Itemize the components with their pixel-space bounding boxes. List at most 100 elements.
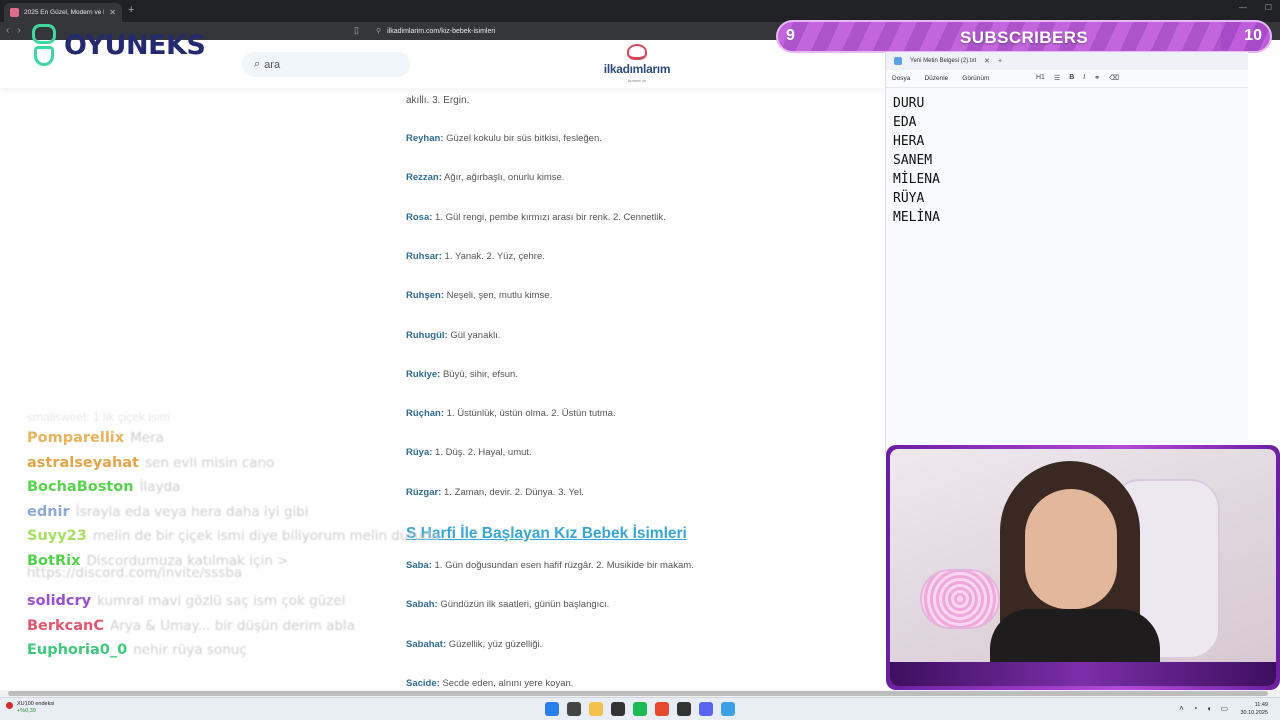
network-icon[interactable]: ◔ (1193, 704, 1198, 713)
taskbar-apps (545, 702, 735, 716)
chat-message: BerkcanC Arya & Umay... bir düşün derim a… (27, 617, 355, 634)
name-entry: Ruhugül: Gül yanaklı. (406, 330, 501, 341)
start-icon[interactable] (545, 702, 559, 716)
name-entry: Rukiye: Büyü, sihir, efsun. (406, 369, 518, 380)
subscriber-goal-bar: 9 SUBSCRIBERS 10 (776, 20, 1272, 53)
chat-faded-line: smallsweet: 1 lik çiçek isim (27, 410, 170, 424)
bookmark-icon[interactable]: ▯ (354, 25, 359, 36)
site-info-icon[interactable]: ⚲ (376, 27, 381, 35)
name-entry: Reyhan: Güzel kokulu bir süs bitkisi, fe… (406, 133, 602, 144)
text-line: MİLENA (893, 172, 940, 187)
stream-chat: smallsweet: 1 lik çiçek isim Pomparellix… (27, 410, 447, 667)
list-icon[interactable]: ☰ (1054, 74, 1060, 82)
menu-view[interactable]: Görünüm (962, 75, 989, 82)
chevron-up-icon[interactable]: ˄ (1179, 704, 1184, 713)
back-icon[interactable]: ‹ (6, 25, 9, 36)
notepad-tab-title[interactable]: Yeni Metin Belgesi (2).txt (910, 58, 976, 64)
logo-sub: Aptamil ile (627, 78, 647, 83)
chat-message: Pomparellix Mera (27, 430, 164, 446)
name-entry: Ruhsar: 1. Yanak. 2. Yüz, çehre. (406, 251, 545, 262)
close-tab-icon[interactable]: ✕ (984, 57, 990, 65)
spotify-icon[interactable] (633, 702, 647, 716)
browser-tabbar: 2025 En Güzel, Modern ve Popü ✕ + — ☐ (0, 0, 1280, 22)
subscriber-goal: 10 (1244, 27, 1262, 44)
taskbar-clock[interactable]: 11:49 30.10.2025 (1240, 701, 1268, 717)
name-entry: Rezzan: Ağır, ağırbaşlı, onurlu kimse. (406, 172, 565, 183)
task-view-icon[interactable] (567, 702, 581, 716)
name-entry: Saba: 1. Gün doğusundan esen hafif rüzgâ… (406, 560, 694, 571)
new-tab-icon[interactable]: + (998, 58, 1002, 65)
url-field[interactable]: ⚲ ilkadimlarim.com/kiz-bebek-isimleri (370, 24, 780, 38)
battery-icon[interactable]: ▭ (1220, 704, 1228, 713)
site-favicon-icon (10, 8, 19, 17)
horizontal-scrollbar[interactable] (0, 690, 1280, 697)
heading-dropdown[interactable]: H1 (1036, 74, 1045, 82)
tab-title: 2025 En Güzel, Modern ve Popü (24, 9, 104, 16)
forward-icon[interactable]: › (17, 25, 20, 36)
menu-file[interactable]: Dosya (892, 75, 910, 82)
section-heading-link[interactable]: S Harfi İle Başlayan Kız Bebek İsimleri (406, 525, 687, 543)
link-icon[interactable]: ⚭ (1094, 74, 1100, 82)
notepad-format-toolbar: H1 ☰ B I ⚭ ⌫ (1036, 74, 1119, 82)
brave-icon[interactable] (655, 702, 669, 716)
webcam-frame-bottom (890, 662, 1276, 686)
widgets-button[interactable]: XU100 endeksi +%0,39 (6, 701, 54, 715)
chat-message: BotRix Discordumuza katılmak için > https:… (27, 552, 289, 581)
media-app-icon[interactable] (611, 702, 625, 716)
microphone-icon (920, 569, 1000, 629)
chat-message: ednir İsrayla eda veya hera daha iyi gibi (27, 503, 309, 520)
streamer-face (1025, 489, 1117, 609)
discord-icon[interactable] (699, 702, 713, 716)
notepad-titlebar: Yeni Metin Belgesi (2).txt ✕ + (886, 52, 1248, 70)
market-icon (6, 702, 13, 709)
webcam-frame (886, 445, 1280, 690)
clear-format-icon[interactable]: ⌫ (1109, 74, 1119, 82)
volume-icon[interactable]: ◖ (1207, 704, 1212, 713)
close-tab-icon[interactable]: ✕ (109, 8, 116, 17)
notepad-text-area[interactable]: DURU EDA HERA SANEM MİLENA RÜYA MELİNA (886, 88, 1248, 237)
name-entry: Sacide: Secde eden, alnını yere koyan. (406, 678, 574, 689)
webcam-feed (890, 449, 1276, 686)
menu-edit[interactable]: Düzenle (924, 75, 948, 82)
search-placeholder: ara (264, 58, 281, 71)
chat-message: astralseyahat sen evli misin cano (27, 454, 275, 471)
notepad-icon (894, 57, 902, 65)
name-entry: Ruhşen: Neşeli, şen, mutlu kimse. (406, 290, 553, 301)
search-icon: ⌕ (254, 58, 261, 70)
notepad-taskbar-icon[interactable] (721, 702, 735, 716)
scrollbar-thumb[interactable] (8, 691, 1268, 696)
site-search[interactable]: ⌕ ara (242, 52, 410, 77)
text-line: RÜYA (893, 191, 925, 206)
robot-mascot-icon (28, 22, 60, 68)
taskbar: XU100 endeksi +%0,39 ˄ ◔ ◖ ▭ 11:49 30.10… (0, 697, 1280, 720)
bold-icon[interactable]: B (1069, 74, 1074, 82)
chat-message: Euphoria0_0 nehir rüya sonuç (27, 642, 247, 659)
site-logo[interactable]: ilkadımlarım Aptamil ile (597, 44, 677, 84)
subscriber-label: SUBSCRIBERS (960, 28, 1089, 47)
widget-title: XU100 endeksi (17, 701, 55, 707)
text-line: SANEM (893, 153, 933, 168)
chat-message: Suyy23 melin de bir çiçek ismi diye biliy… (27, 528, 440, 545)
new-tab-button[interactable]: + (128, 4, 134, 16)
clock-date: 30.10.2025 (1240, 710, 1268, 716)
text-line: MELİNA (893, 210, 940, 225)
notepad-window: Yeni Metin Belgesi (2).txt ✕ + Dosya Düz… (885, 52, 1248, 454)
chat-message: solidcry kumral mavi gözlü saç ism çok gü… (27, 592, 346, 609)
logo-name: ilkadımlarım (603, 62, 671, 76)
partial-line: akıllı. 3. Ergin. (406, 95, 470, 106)
url-text: ilkadimlarim.com/kiz-bebek-isimleri (387, 27, 496, 35)
logo-mark-icon (627, 44, 647, 60)
text-line: HERA (893, 134, 925, 149)
clock-time: 11:49 (1254, 702, 1268, 708)
text-line: EDA (893, 115, 917, 130)
browser-tab[interactable]: 2025 En Güzel, Modern ve Popü ✕ (4, 3, 122, 22)
window-controls: — ☐ (1239, 3, 1272, 12)
file-explorer-icon[interactable] (589, 702, 603, 716)
minimize-icon[interactable]: — (1239, 3, 1247, 12)
nav-buttons: ‹ › (6, 25, 21, 36)
italic-icon[interactable]: I (1083, 74, 1085, 82)
obs-icon[interactable] (677, 702, 691, 716)
stream-brand-logo: OYUNEKS (28, 22, 206, 68)
maximize-icon[interactable]: ☐ (1265, 3, 1272, 12)
subscriber-current: 9 (786, 27, 795, 44)
